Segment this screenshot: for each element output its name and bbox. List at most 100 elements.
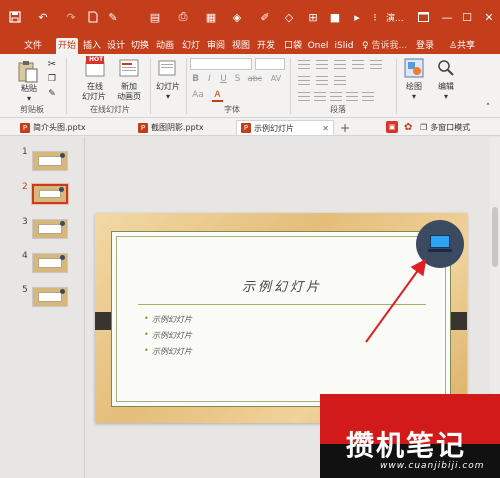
- tab-view[interactable]: 视图: [230, 38, 252, 54]
- underline-button[interactable]: U: [218, 74, 229, 84]
- color-icon[interactable]: ◇: [282, 10, 296, 24]
- slides-icon[interactable]: [158, 60, 176, 76]
- close-tab-icon[interactable]: ✕: [322, 124, 329, 133]
- color-picker-icon[interactable]: ■: [328, 10, 342, 24]
- doc-tab-active[interactable]: P 示例幻灯片 ✕: [236, 120, 334, 135]
- share-button[interactable]: ♙共享: [442, 38, 482, 54]
- char-spacing-button[interactable]: AV: [268, 74, 284, 83]
- new-tab-button[interactable]: +: [340, 120, 350, 135]
- slide-bullet[interactable]: 示例幻灯片: [144, 330, 192, 341]
- undo-icon[interactable]: ↶: [36, 10, 50, 24]
- shadow-button[interactable]: S: [232, 74, 243, 84]
- smartart-icon[interactable]: [334, 76, 346, 85]
- editing-dropdown-icon[interactable]: ▾: [441, 92, 451, 102]
- scissors-icon[interactable]: ✂: [46, 58, 58, 70]
- align-center-icon[interactable]: [314, 92, 326, 101]
- copy-icon[interactable]: ❐: [46, 73, 58, 85]
- minimize-icon[interactable]: —: [438, 8, 456, 26]
- addin-icon[interactable]: ▣: [386, 121, 398, 133]
- slide-thumbnail-5[interactable]: [32, 287, 68, 307]
- tab-developer[interactable]: 开发: [255, 38, 277, 54]
- new-file-icon[interactable]: [86, 10, 100, 24]
- text-direction-icon[interactable]: [298, 76, 310, 85]
- justify-icon[interactable]: [346, 92, 358, 101]
- tab-file[interactable]: 文件: [22, 38, 44, 54]
- current-slide[interactable]: 示例幻灯片 示例幻灯片 示例幻灯片 示例幻灯片: [95, 213, 467, 423]
- slide-title[interactable]: 示例幻灯片: [112, 276, 452, 295]
- slide-thumbnail-2[interactable]: [31, 183, 69, 205]
- editing-button[interactable]: 编辑: [432, 82, 460, 92]
- tab-insert[interactable]: 插入: [82, 38, 102, 54]
- format-painter-icon[interactable]: ✎: [46, 88, 58, 100]
- multi-window-button[interactable]: ❐ 多窗口模式: [420, 120, 470, 135]
- line-spacing-icon[interactable]: [370, 60, 382, 69]
- decrease-indent-icon[interactable]: [334, 60, 346, 69]
- brush-icon[interactable]: ✐: [258, 10, 272, 24]
- restore-icon[interactable]: [414, 8, 432, 26]
- tab-onekey[interactable]: Onel: [306, 38, 330, 54]
- font-color-button[interactable]: A: [212, 90, 223, 102]
- scrollbar-thumb[interactable]: [492, 207, 498, 267]
- new-animation-icon[interactable]: [118, 58, 140, 78]
- bold-button[interactable]: B: [190, 74, 201, 84]
- slide-thumbnail-4[interactable]: [32, 253, 68, 273]
- tab-transitions[interactable]: 切换: [130, 38, 150, 54]
- tell-me-search[interactable]: ♀ 告诉我...: [362, 38, 407, 54]
- align-left-icon[interactable]: [298, 92, 310, 101]
- bullets-icon[interactable]: [298, 60, 310, 69]
- change-case-button[interactable]: Aa: [190, 90, 206, 100]
- tab-design[interactable]: 设计: [106, 38, 126, 54]
- new-label[interactable]: 新加: [114, 82, 144, 92]
- collapse-ribbon-icon[interactable]: ˄: [482, 102, 494, 114]
- tab-slideshow[interactable]: 幻灯: [180, 38, 202, 54]
- increase-indent-icon[interactable]: [352, 60, 364, 69]
- slide-thumbnail-3[interactable]: [32, 219, 68, 239]
- settings-gear-icon[interactable]: ✿: [404, 120, 412, 135]
- save-icon[interactable]: [8, 10, 22, 24]
- slide-bullet[interactable]: 示例幻灯片: [144, 314, 192, 325]
- paste-dropdown-icon[interactable]: ▾: [24, 94, 34, 104]
- align-text-icon[interactable]: [316, 76, 328, 85]
- sign-in-link[interactable]: 登录: [414, 38, 436, 54]
- redo-icon[interactable]: ↷: [64, 10, 78, 24]
- maximize-icon[interactable]: ☐: [458, 8, 476, 26]
- grid-icon[interactable]: ⊞: [306, 10, 320, 24]
- shape-icon[interactable]: ◈: [230, 10, 244, 24]
- paste-button[interactable]: 粘贴: [16, 84, 42, 94]
- drawing-button[interactable]: 绘图: [400, 82, 428, 92]
- online-slides-button[interactable]: 幻灯片: [74, 92, 114, 102]
- paste-icon[interactable]: ▤: [148, 10, 162, 24]
- more-icon[interactable]: ▸: [350, 10, 364, 24]
- online-label[interactable]: 在线: [80, 82, 110, 92]
- search-icon[interactable]: [436, 58, 456, 78]
- doc-tab-2[interactable]: P 截图阴影.pptx: [138, 120, 204, 135]
- close-icon[interactable]: ✕: [480, 8, 498, 26]
- tab-home[interactable]: 开始: [56, 38, 78, 54]
- customize-icon[interactable]: ⁝: [368, 10, 382, 24]
- format-painter-icon[interactable]: ✎: [106, 10, 120, 24]
- strikethrough-button[interactable]: abc: [246, 74, 264, 83]
- paste-icon[interactable]: [16, 60, 40, 84]
- align-right-icon[interactable]: [330, 92, 342, 101]
- laptop-icon[interactable]: [416, 220, 464, 268]
- tab-pocket[interactable]: 口袋: [282, 38, 304, 54]
- doc-tab-1[interactable]: P 简介头图.pptx: [20, 120, 86, 135]
- slides-button[interactable]: 幻灯片: [152, 82, 184, 92]
- columns-icon[interactable]: [362, 92, 374, 101]
- font-size-dropdown[interactable]: [255, 58, 285, 70]
- slides-dropdown-icon[interactable]: ▾: [163, 92, 173, 102]
- font-name-dropdown[interactable]: [190, 58, 252, 70]
- online-slides-icon[interactable]: HOT: [84, 56, 106, 78]
- slide-bullet[interactable]: 示例幻灯片: [144, 346, 192, 357]
- slide-thumbnail-1[interactable]: [32, 151, 68, 171]
- tab-review[interactable]: 审阅: [205, 38, 227, 54]
- drawing-icon[interactable]: [404, 58, 424, 78]
- numbering-icon[interactable]: [316, 60, 328, 69]
- print-icon[interactable]: ⎙: [176, 10, 190, 24]
- tab-islide[interactable]: iSlid: [332, 38, 356, 54]
- new-animation-page-button[interactable]: 动画页: [110, 92, 148, 102]
- table-icon[interactable]: ▦: [204, 10, 218, 24]
- italic-button[interactable]: I: [204, 74, 215, 84]
- tab-animations[interactable]: 动画: [154, 38, 176, 54]
- drawing-dropdown-icon[interactable]: ▾: [409, 92, 419, 102]
